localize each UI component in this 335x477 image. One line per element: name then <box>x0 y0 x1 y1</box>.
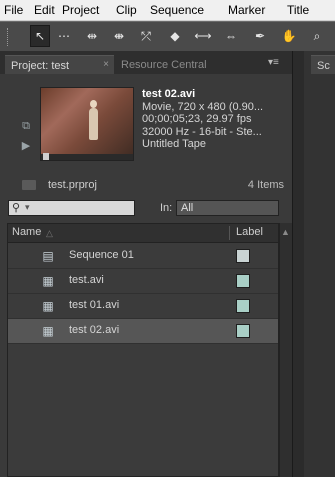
selection-arrow-icon[interactable]: ↖ <box>30 25 50 47</box>
slide-icon[interactable]: ⇔ <box>221 25 241 47</box>
poster-frame-icon[interactable]: ⧉ <box>19 120 33 132</box>
item-count: 4 Items <box>247 179 284 191</box>
sequence-icon: ▤ <box>42 249 54 263</box>
tools-toolbar: ↖ ⋯ ⇹ ⇼ ⤱ ◆ ⟷ ⇔ ✒ ✋ ⌕ <box>0 21 335 51</box>
menu-title[interactable]: Title <box>287 3 309 17</box>
menu-file[interactable]: File <box>4 3 23 17</box>
preview-scrub-handle[interactable] <box>43 153 49 160</box>
search-icon: ⚲ <box>12 202 21 214</box>
project-panel: Project: test × Resource Central ▾≡ ⧉ ▶ … <box>0 51 292 477</box>
project-file-row: test.prproj 4 Items <box>0 177 292 195</box>
item-name: test 02.avi <box>69 324 120 336</box>
rolling-edit-icon[interactable]: ⇼ <box>109 25 129 47</box>
column-divider[interactable] <box>229 226 230 240</box>
label-color-swatch[interactable] <box>236 299 250 313</box>
tab-project-label: Project: test <box>11 60 70 72</box>
toolbar-grip[interactable] <box>7 28 10 46</box>
list-header: Name △ Label <box>8 224 278 243</box>
clip-title: test 02.avi <box>142 88 196 100</box>
zoom-icon[interactable]: ⌕ <box>307 25 327 47</box>
panel-menu-icon[interactable]: ▾≡ <box>268 57 282 68</box>
clip-info: test 02.avi Movie, 720 x 480 (0.90... 00… <box>142 88 290 151</box>
preview-scrub-bar[interactable] <box>41 154 133 160</box>
in-label: In: <box>160 202 173 214</box>
source-panel: Sc <box>304 51 335 477</box>
hand-icon[interactable]: ✋ <box>279 25 299 47</box>
item-name: Sequence 01 <box>69 249 134 261</box>
search-input[interactable]: ⚲ ▾ <box>8 200 135 216</box>
tab-resource-central[interactable]: Resource Central <box>115 55 231 74</box>
video-clip-icon: ▦ <box>42 299 54 313</box>
list-item[interactable]: ▦ test 02.avi <box>8 319 278 344</box>
rate-stretch-icon[interactable]: ⤱ <box>136 25 156 47</box>
preview-figure <box>89 108 98 140</box>
clip-info-line: Movie, 720 x 480 (0.90... <box>142 100 264 113</box>
tab-project[interactable]: Project: test × <box>5 55 114 74</box>
item-name: test.avi <box>69 274 104 286</box>
item-name: test 01.avi <box>69 299 120 311</box>
list-scrollbar[interactable]: ▲ <box>279 223 292 477</box>
close-icon[interactable]: × <box>103 59 109 70</box>
preview-frame <box>41 88 133 160</box>
scroll-up-icon[interactable]: ▲ <box>281 227 290 237</box>
clip-info-line: 00;00;05;23, 29.97 fps <box>142 113 252 126</box>
folder-icon <box>22 180 36 190</box>
menu-edit[interactable]: Edit <box>34 3 55 17</box>
label-color-swatch[interactable] <box>236 249 250 263</box>
preview-figure-head <box>90 100 97 108</box>
label-color-swatch[interactable] <box>236 274 250 288</box>
track-select-icon[interactable]: ⋯ <box>54 25 74 47</box>
chevron-down-icon[interactable]: ▾ <box>25 202 30 213</box>
menu-bar: File Edit Project Clip Sequence Marker T… <box>0 0 335 21</box>
menu-clip[interactable]: Clip <box>116 3 137 17</box>
sort-indicator-icon: △ <box>46 228 53 238</box>
clip-preview-thumbnail <box>40 87 134 161</box>
clip-info-line: Untitled Tape <box>142 138 207 151</box>
play-icon[interactable]: ▶ <box>19 139 33 152</box>
menu-sequence[interactable]: Sequence <box>150 3 204 17</box>
tab-source[interactable]: Sc <box>311 55 335 74</box>
clip-info-line: 32000 Hz - 16-bit - Ste... <box>142 125 262 138</box>
list-item[interactable]: ▦ test 01.avi <box>8 294 278 319</box>
video-clip-icon: ▦ <box>42 324 54 338</box>
in-scope-select[interactable]: All <box>176 200 279 216</box>
column-header-name[interactable]: Name <box>12 226 41 238</box>
pen-icon[interactable]: ✒ <box>250 25 270 47</box>
project-file-name: test.prproj <box>48 179 97 191</box>
list-item[interactable]: ▦ test.avi <box>8 269 278 294</box>
column-header-label[interactable]: Label <box>236 226 263 238</box>
razor-icon[interactable]: ◆ <box>165 25 185 47</box>
search-row: ⚲ ▾ In: All <box>0 198 292 220</box>
ripple-edit-icon[interactable]: ⇹ <box>82 25 102 47</box>
menu-marker[interactable]: Marker <box>228 3 265 17</box>
project-items-list: Name △ Label ▤ Sequence 01 ▦ test.avi ▦ … <box>7 223 279 477</box>
project-tab-strip: Project: test × Resource Central ▾≡ <box>0 51 292 74</box>
menu-project[interactable]: Project <box>62 3 99 17</box>
label-color-swatch[interactable] <box>236 324 250 338</box>
slip-icon[interactable]: ⟷ <box>193 25 213 47</box>
video-clip-icon: ▦ <box>42 274 54 288</box>
list-item[interactable]: ▤ Sequence 01 <box>8 244 278 269</box>
